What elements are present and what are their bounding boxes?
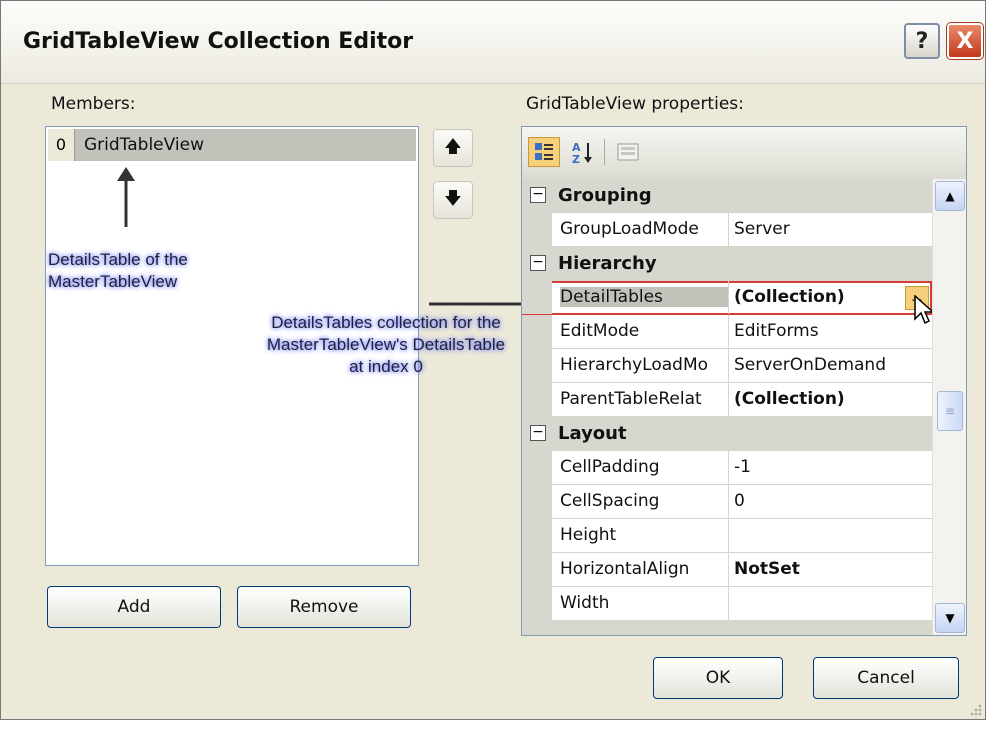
property-name: HierarchyLoadMo — [560, 355, 709, 375]
property-value[interactable]: 0 — [734, 491, 745, 511]
property-name: Height — [560, 525, 617, 545]
category-partial — [522, 621, 932, 635]
property-rows: − Grouping GroupLoadMode Server − Hierar… — [522, 179, 935, 635]
property-row[interactable]: HorizontalAlign NotSet — [522, 553, 932, 587]
annotation-arrow-up-icon — [117, 167, 135, 227]
property-row[interactable]: Width — [522, 587, 932, 621]
property-name: CellPadding — [560, 457, 660, 477]
properties-label: GridTableView properties: — [526, 94, 744, 114]
property-value[interactable]: (Collection) — [734, 287, 845, 307]
property-row[interactable]: Height — [522, 519, 932, 553]
remove-button[interactable]: Remove — [237, 586, 411, 628]
member-item[interactable]: 0 GridTableView — [48, 129, 416, 161]
property-value[interactable]: -1 — [734, 457, 751, 477]
member-index: 0 — [48, 129, 75, 161]
property-name: GroupLoadMode — [560, 219, 699, 239]
category-layout[interactable]: − Layout — [522, 417, 932, 451]
property-name: HorizontalAlign — [560, 559, 690, 579]
property-row[interactable]: CellSpacing 0 — [522, 485, 932, 519]
vertical-scrollbar[interactable]: ▲ ≡ ▼ — [932, 179, 966, 635]
property-name: CellSpacing — [560, 491, 660, 511]
category-name: Hierarchy — [558, 253, 657, 274]
property-row[interactable]: EditMode EditForms — [522, 315, 932, 349]
title-bar[interactable]: GridTableView Collection Editor ? X — [1, 1, 985, 84]
property-row[interactable]: CellPadding -1 — [522, 451, 932, 485]
member-name: GridTableView — [84, 135, 204, 155]
window-title: GridTableView Collection Editor — [23, 29, 414, 54]
ok-button[interactable]: OK — [653, 657, 783, 699]
cancel-button[interactable]: Cancel — [813, 657, 959, 699]
property-row[interactable]: HierarchyLoadMo ServerOnDemand — [522, 349, 932, 383]
property-row[interactable]: GroupLoadMode Server — [522, 213, 932, 247]
category-name: Layout — [558, 423, 627, 444]
category-hierarchy[interactable]: − Hierarchy — [522, 247, 932, 281]
collection-editor-dialog: GridTableView Collection Editor ? X Memb… — [0, 0, 986, 720]
categorized-icon[interactable] — [528, 137, 560, 167]
alphabetical-icon[interactable]: AZ — [566, 137, 598, 167]
property-value[interactable]: EditForms — [734, 321, 819, 341]
arrow-down-icon: 🡇 — [444, 188, 462, 209]
property-value[interactable]: ServerOnDemand — [734, 355, 886, 375]
resize-grip-icon[interactable] — [967, 701, 983, 717]
help-button[interactable]: ? — [904, 23, 940, 59]
add-button[interactable]: Add — [47, 586, 221, 628]
svg-text:Z: Z — [572, 153, 580, 164]
scroll-down-icon[interactable]: ▼ — [935, 603, 965, 633]
toolbar-separator — [604, 139, 605, 165]
close-button[interactable]: X — [946, 22, 984, 60]
move-up-button[interactable]: 🡅 — [433, 129, 473, 167]
property-row[interactable]: ParentTableRelat (Collection) — [522, 383, 932, 417]
category-grouping[interactable]: − Grouping — [522, 179, 932, 213]
collapse-icon[interactable]: − — [530, 425, 546, 441]
arrow-up-icon: 🡅 — [444, 136, 462, 157]
property-grid[interactable]: AZ − Grouping GroupLoadMode Server − Hie… — [521, 126, 967, 636]
collapse-icon[interactable]: − — [530, 187, 546, 203]
scroll-thumb[interactable]: ≡ — [937, 391, 963, 431]
property-name: DetailTables — [560, 287, 728, 307]
move-down-button[interactable]: 🡇 — [433, 181, 473, 219]
property-value[interactable]: Server — [734, 219, 790, 239]
details-tables-annotation: DetailsTables collection for the MasterT… — [266, 313, 506, 376]
property-pages-icon[interactable] — [612, 137, 644, 167]
property-value[interactable]: (Collection) — [734, 389, 845, 409]
property-name: EditMode — [560, 321, 640, 341]
members-label: Members: — [51, 94, 136, 114]
collapse-icon[interactable]: − — [530, 255, 546, 271]
category-name: Grouping — [558, 185, 652, 206]
details-table-annotation: DetailsTable of the MasterTableView — [48, 250, 188, 291]
property-value[interactable]: NotSet — [734, 559, 800, 579]
property-grid-toolbar: AZ — [522, 127, 966, 180]
property-name: ParentTableRelat — [560, 389, 702, 409]
scroll-up-icon[interactable]: ▲ — [935, 181, 965, 211]
property-row-selected[interactable]: DetailTables (Collection) ... — [522, 281, 935, 325]
property-name: Width — [560, 593, 610, 613]
